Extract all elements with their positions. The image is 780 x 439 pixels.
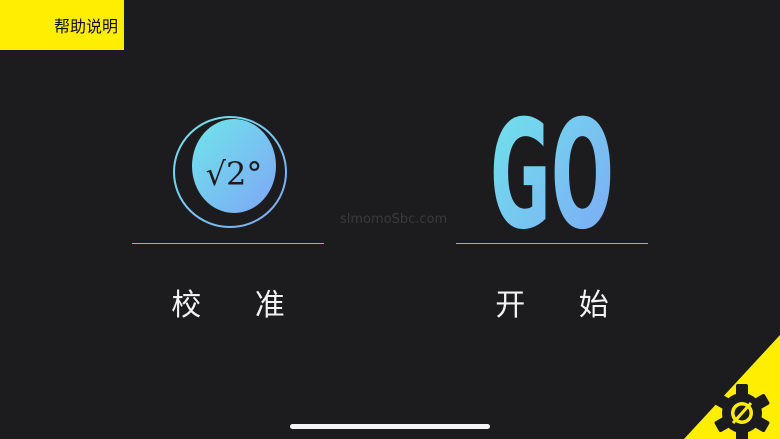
help-button[interactable]: 帮助说明 bbox=[0, 0, 124, 50]
calibration-start-screen: 帮助说明 √2° 校 准 GO 开 始 slmomoSbc.com bbox=[0, 0, 780, 439]
start-label: 开 始 bbox=[495, 288, 631, 323]
go-text-icon: GO bbox=[456, 89, 648, 263]
help-button-label: 帮助说明 bbox=[53, 17, 118, 36]
calibrate-divider bbox=[132, 243, 324, 244]
calibrate-label: 校 准 bbox=[171, 288, 307, 323]
watermark: slmomoSbc.com bbox=[340, 212, 448, 227]
settings-button[interactable] bbox=[684, 335, 780, 439]
start-button[interactable]: GO 开 始 bbox=[456, 89, 648, 330]
gear-icon bbox=[684, 335, 780, 439]
calibrate-button[interactable]: √2° 校 准 bbox=[132, 100, 324, 330]
sqrt-degree-circle-icon: √2° bbox=[132, 100, 324, 240]
start-divider bbox=[456, 243, 648, 244]
home-indicator[interactable] bbox=[290, 424, 490, 429]
go-text: GO bbox=[490, 100, 614, 240]
sqrt-degree-text: √2° bbox=[206, 155, 263, 193]
